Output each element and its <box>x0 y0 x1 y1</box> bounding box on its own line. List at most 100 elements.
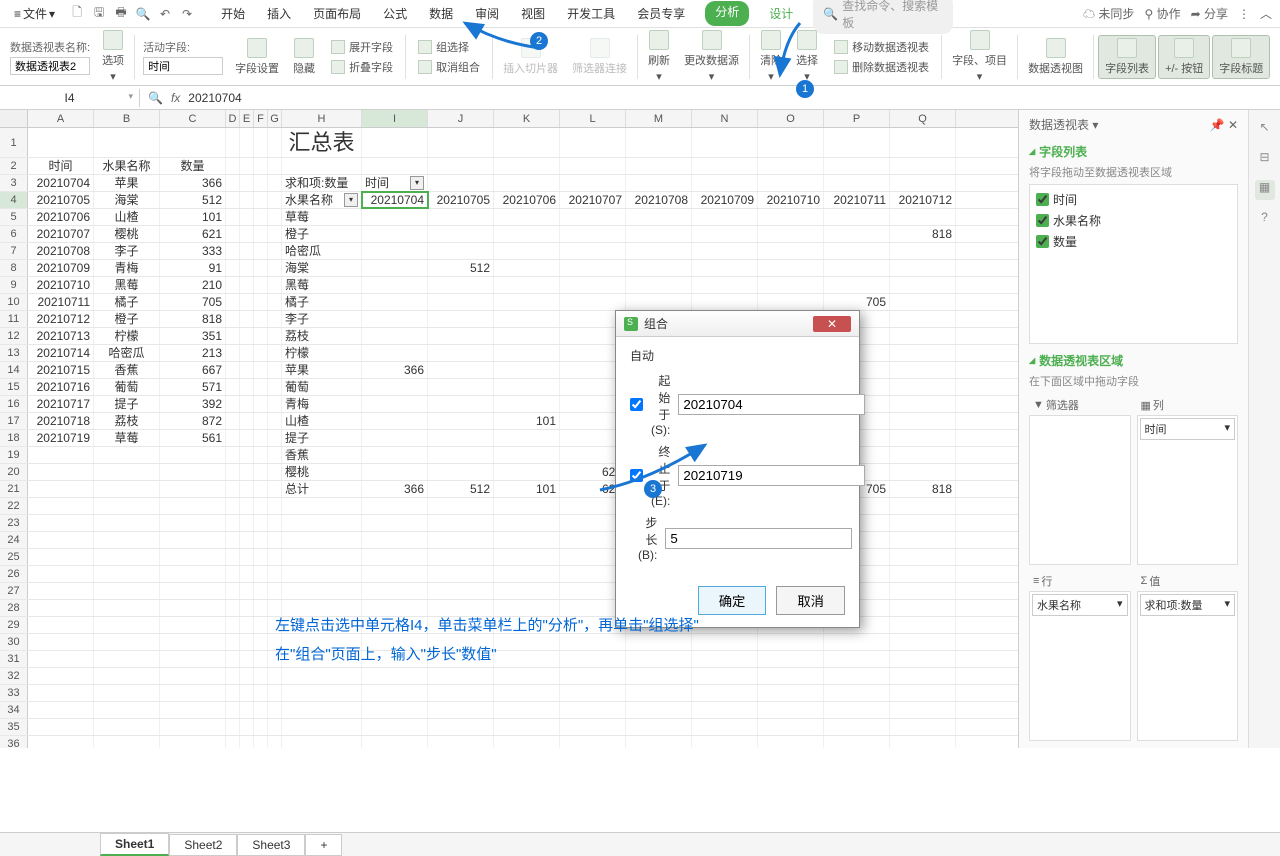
cell[interactable] <box>254 634 268 650</box>
cell[interactable] <box>362 702 428 718</box>
cell[interactable] <box>254 481 268 497</box>
pivot-icon[interactable]: ▦ <box>1255 180 1275 200</box>
cell[interactable]: 818 <box>890 226 956 242</box>
cell[interactable] <box>240 158 254 174</box>
cell[interactable]: 101 <box>494 481 560 497</box>
cell[interactable] <box>28 634 94 650</box>
cell[interactable] <box>758 685 824 701</box>
cell[interactable]: 苹果 <box>282 362 362 378</box>
cell[interactable] <box>560 175 626 191</box>
cell[interactable]: 20210710 <box>758 192 824 208</box>
cell[interactable] <box>282 566 362 582</box>
cell[interactable] <box>282 532 362 548</box>
cell[interactable]: 水果名称 <box>94 158 160 174</box>
row-header[interactable]: 2 <box>0 158 28 174</box>
cell[interactable]: 黑莓 <box>282 277 362 293</box>
cell[interactable] <box>890 719 956 735</box>
cell[interactable] <box>268 464 282 480</box>
cell[interactable] <box>254 294 268 310</box>
cell[interactable] <box>254 277 268 293</box>
cell[interactable] <box>226 600 240 616</box>
cell[interactable] <box>254 566 268 582</box>
cell[interactable] <box>268 498 282 514</box>
cell[interactable] <box>226 226 240 242</box>
cell[interactable]: 20210713 <box>28 328 94 344</box>
cell[interactable] <box>226 566 240 582</box>
cell[interactable] <box>362 413 428 429</box>
cell[interactable] <box>254 362 268 378</box>
end-checkbox[interactable] <box>630 469 643 482</box>
undo-icon[interactable]: ↶ <box>157 6 173 22</box>
cell[interactable] <box>282 736 362 748</box>
cell[interactable] <box>428 549 494 565</box>
cell[interactable]: 20210704 <box>362 192 428 208</box>
cell[interactable] <box>362 668 428 684</box>
row-header[interactable]: 28 <box>0 600 28 616</box>
cell[interactable]: 青梅 <box>94 260 160 276</box>
cell[interactable] <box>254 379 268 395</box>
row-header[interactable]: 23 <box>0 515 28 531</box>
cell[interactable] <box>824 736 890 748</box>
cell[interactable] <box>890 464 956 480</box>
cell[interactable] <box>226 532 240 548</box>
cell[interactable] <box>428 668 494 684</box>
cell[interactable] <box>428 532 494 548</box>
cell[interactable] <box>254 430 268 446</box>
cell[interactable] <box>362 294 428 310</box>
row-header[interactable]: 12 <box>0 328 28 344</box>
cell[interactable] <box>254 413 268 429</box>
cell[interactable] <box>254 260 268 276</box>
field-settings-button[interactable]: 字段设置 <box>229 36 285 78</box>
tab-home[interactable]: 开始 <box>219 1 247 26</box>
cell[interactable] <box>758 294 824 310</box>
cell[interactable]: 20210711 <box>28 294 94 310</box>
cell[interactable] <box>560 226 626 242</box>
print-icon[interactable]: 🖶 <box>113 6 129 22</box>
cell[interactable]: 91 <box>160 260 226 276</box>
cell[interactable]: 20210710 <box>28 277 94 293</box>
cell[interactable] <box>824 260 890 276</box>
cell[interactable]: 柠檬 <box>94 328 160 344</box>
cell[interactable]: 366 <box>160 175 226 191</box>
cell[interactable] <box>28 600 94 616</box>
cell[interactable] <box>268 481 282 497</box>
cell[interactable] <box>240 719 254 735</box>
cell[interactable] <box>692 294 758 310</box>
cell[interactable] <box>28 736 94 748</box>
cell[interactable] <box>240 532 254 548</box>
cell[interactable] <box>254 583 268 599</box>
cell[interactable] <box>560 158 626 174</box>
col-header[interactable]: B <box>94 110 160 127</box>
cell[interactable] <box>226 464 240 480</box>
cell[interactable] <box>890 532 956 548</box>
cell[interactable]: 20210709 <box>692 192 758 208</box>
cell[interactable] <box>268 345 282 361</box>
cell[interactable] <box>240 736 254 748</box>
cell[interactable] <box>362 158 428 174</box>
cell[interactable] <box>428 464 494 480</box>
collapse-ribbon-icon[interactable]: ︿ <box>1260 5 1272 22</box>
cell[interactable] <box>758 736 824 748</box>
cell[interactable] <box>494 396 560 412</box>
row-header[interactable]: 1 <box>0 128 28 157</box>
cell[interactable] <box>160 685 226 701</box>
more-icon[interactable]: ⋮ <box>1238 7 1250 21</box>
cell[interactable] <box>758 128 824 157</box>
cell[interactable] <box>226 328 240 344</box>
cell[interactable]: 葡萄 <box>94 379 160 395</box>
cell[interactable] <box>494 430 560 446</box>
tab-formula[interactable]: 公式 <box>381 1 409 26</box>
cell[interactable]: 提子 <box>94 396 160 412</box>
cell[interactable] <box>226 362 240 378</box>
cell[interactable] <box>226 345 240 361</box>
row-header[interactable]: 10 <box>0 294 28 310</box>
cell[interactable] <box>428 243 494 259</box>
cell[interactable]: 樱桃 <box>94 226 160 242</box>
col-header[interactable]: A <box>28 110 94 127</box>
cell[interactable] <box>428 583 494 599</box>
col-header[interactable]: C <box>160 110 226 127</box>
cell[interactable]: 李子 <box>94 243 160 259</box>
row-header[interactable]: 3 <box>0 175 28 191</box>
cell[interactable] <box>28 515 94 531</box>
cell[interactable] <box>240 413 254 429</box>
